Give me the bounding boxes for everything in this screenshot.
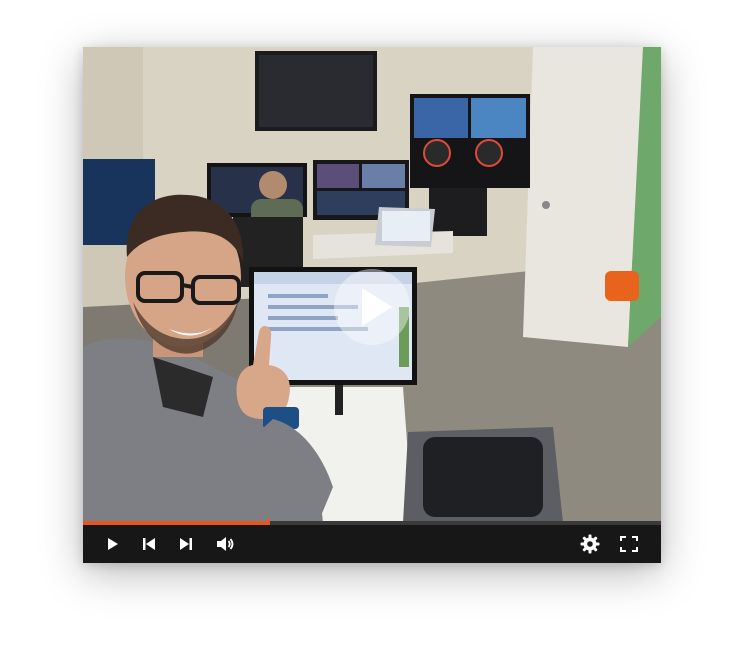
play-icon: [362, 288, 392, 326]
play-icon: [108, 538, 118, 550]
fullscreen-button[interactable]: [618, 533, 640, 555]
page: [0, 0, 754, 650]
control-bar: [83, 525, 661, 563]
video-frame[interactable]: [83, 47, 661, 523]
next-button[interactable]: [175, 533, 197, 555]
volume-icon: [217, 537, 234, 551]
big-play-button[interactable]: [334, 269, 410, 345]
skip-next-icon: [180, 538, 192, 550]
settings-button[interactable]: [579, 533, 601, 555]
fullscreen-icon: [620, 536, 638, 552]
video-player: [83, 47, 661, 563]
previous-button[interactable]: [138, 533, 160, 555]
skip-previous-icon: [143, 538, 155, 550]
volume-button[interactable]: [214, 533, 236, 555]
play-button[interactable]: [101, 533, 123, 555]
gear-icon: [580, 534, 600, 554]
